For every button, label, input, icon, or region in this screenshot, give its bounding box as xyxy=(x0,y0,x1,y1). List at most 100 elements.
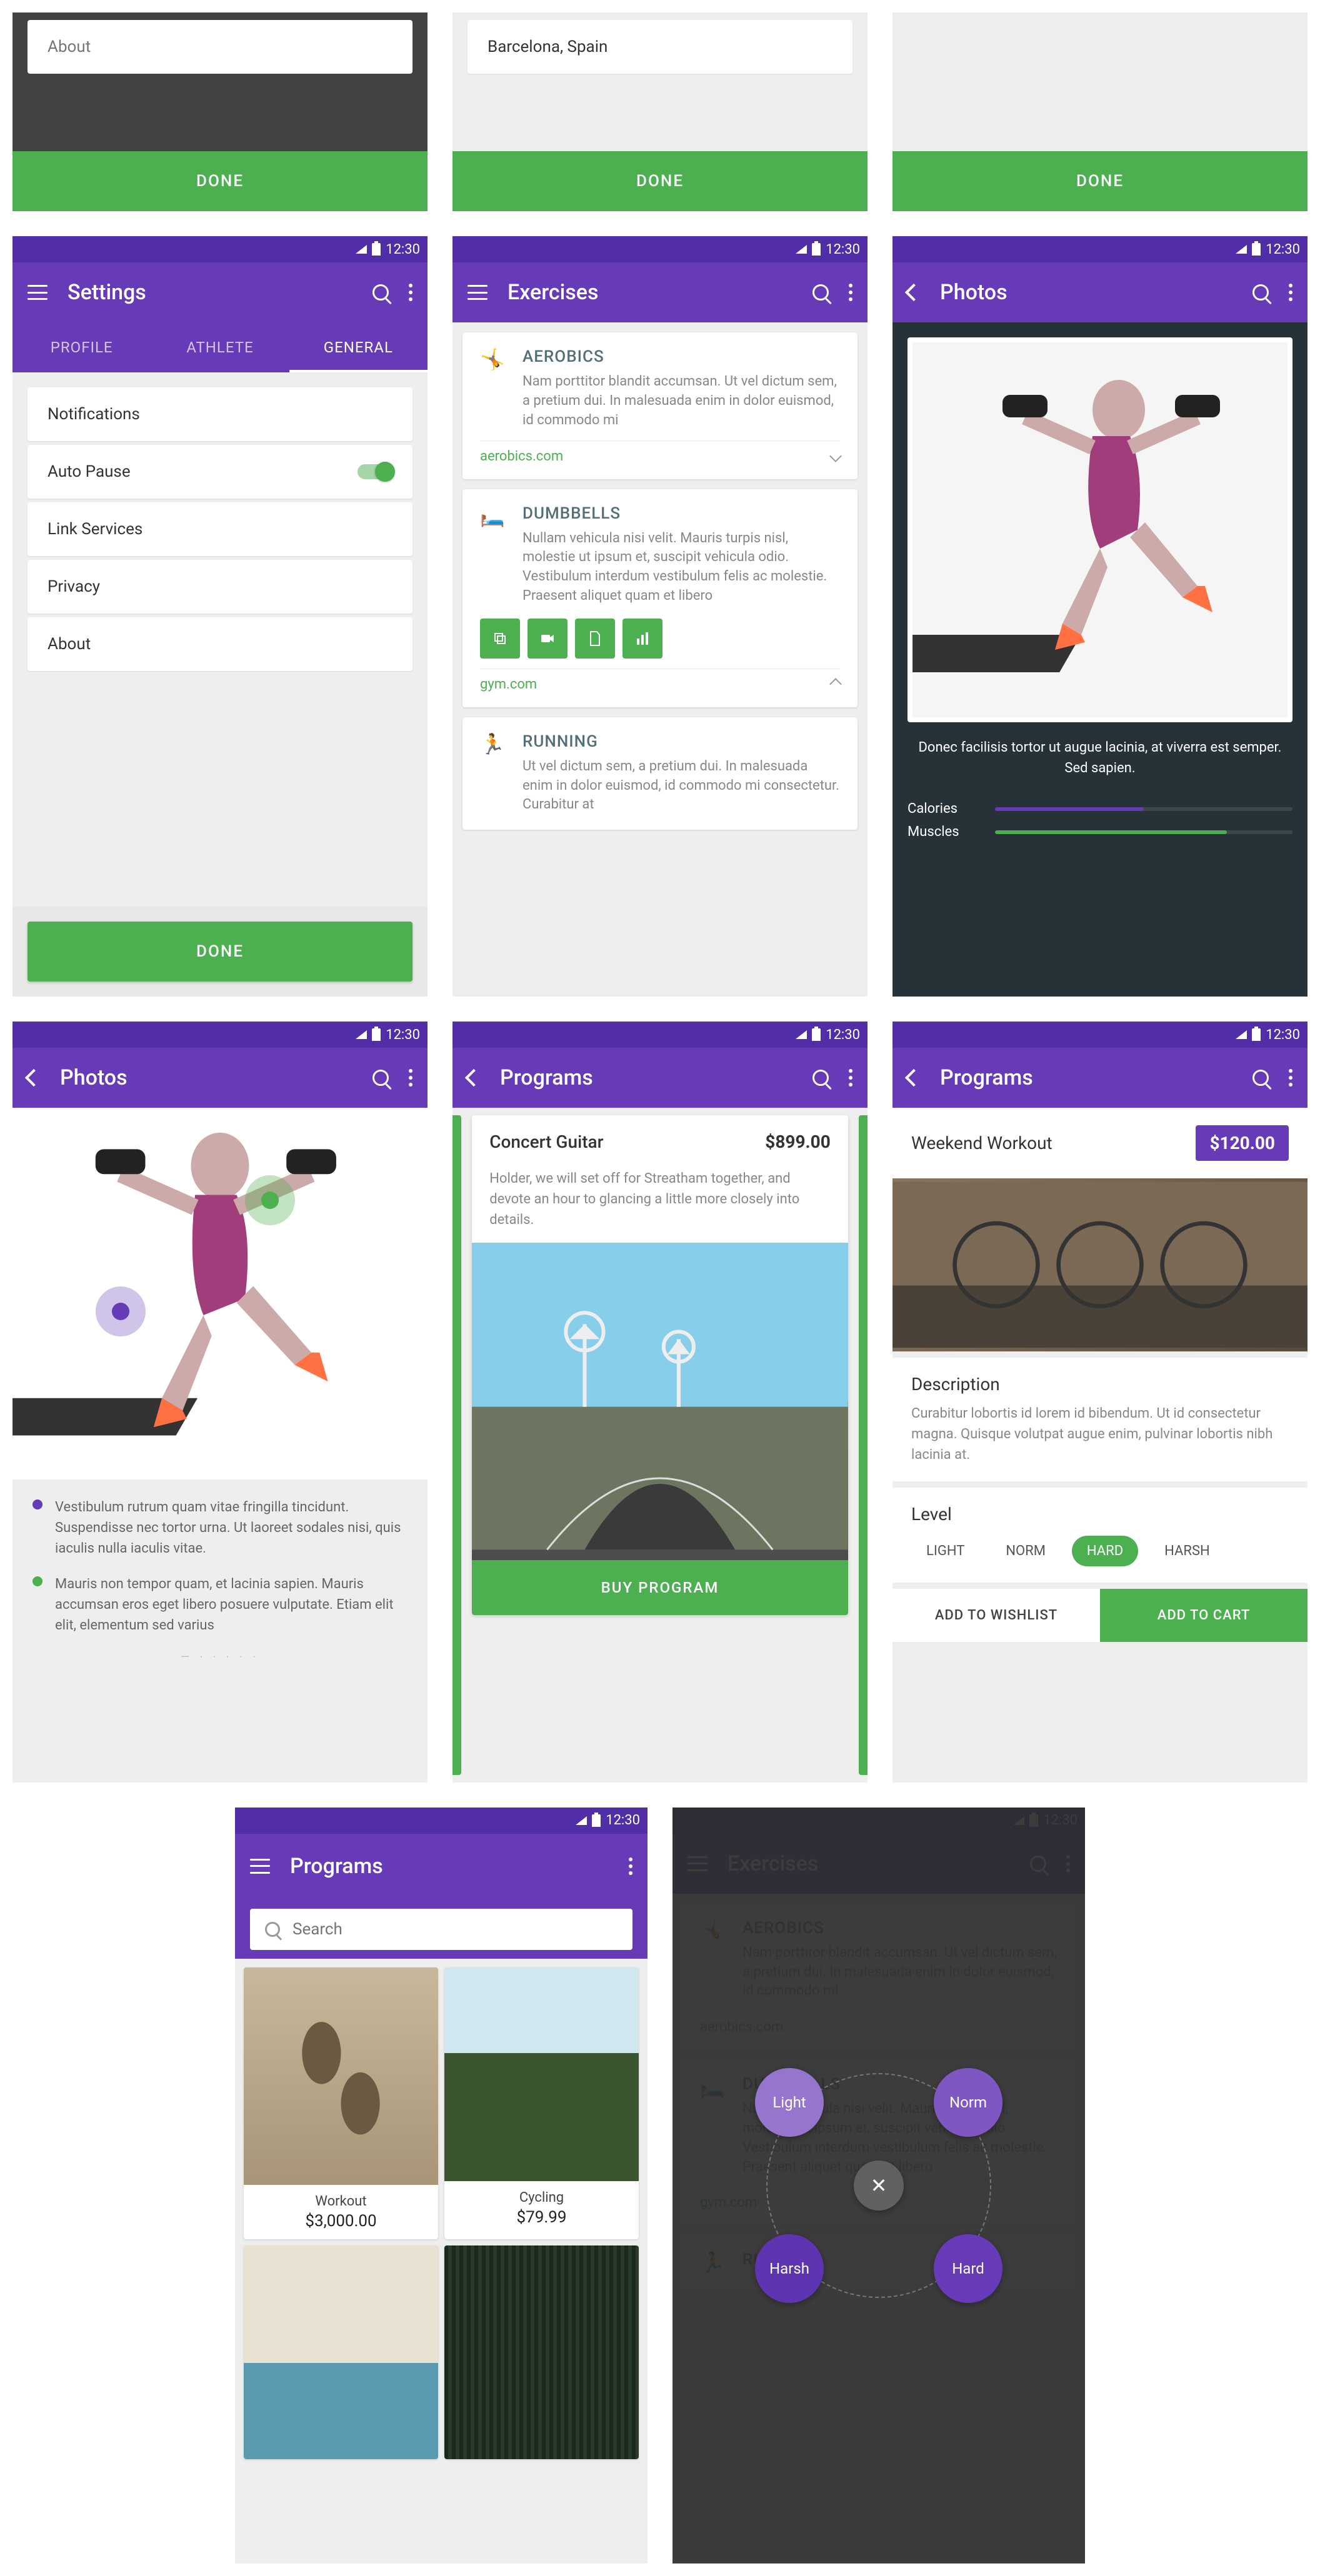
filter-harsh[interactable]: Harsh xyxy=(755,2234,824,2303)
program-grid-item[interactable] xyxy=(244,2245,438,2459)
prev-card-peek[interactable] xyxy=(452,1115,461,1774)
signal-icon xyxy=(796,1030,807,1039)
copy-button[interactable] xyxy=(480,619,520,659)
exercise-running[interactable]: 🏃RUNNINGUt vel dictum sem, a pretium dui… xyxy=(462,717,858,830)
more-icon[interactable] xyxy=(409,284,412,301)
file-button[interactable] xyxy=(575,619,615,659)
menu-icon[interactable] xyxy=(250,1859,270,1874)
page-title: Programs xyxy=(500,1065,792,1090)
more-icon[interactable] xyxy=(629,1857,632,1875)
buy-program-button[interactable]: BUY PROGRAM xyxy=(472,1560,848,1615)
settings-about[interactable]: About xyxy=(28,617,412,671)
back-icon[interactable] xyxy=(25,1069,42,1087)
stats-button[interactable] xyxy=(622,619,662,659)
app-bar: Photos xyxy=(12,1048,428,1108)
exerciser-illustration xyxy=(12,1108,428,1481)
menu-icon[interactable] xyxy=(28,285,48,300)
settings-link-services[interactable]: Link Services xyxy=(28,502,412,556)
photo-with-markers xyxy=(12,1108,428,1479)
search-icon[interactable] xyxy=(372,284,389,301)
status-time: 12:30 xyxy=(1266,1027,1300,1043)
next-card-peek[interactable] xyxy=(859,1115,868,1774)
filter-close[interactable]: ✕ xyxy=(854,2161,904,2210)
chevron-down-icon[interactable] xyxy=(829,450,842,462)
done-button[interactable]: DONE xyxy=(892,151,1308,211)
search-input[interactable] xyxy=(292,1920,618,1939)
back-icon[interactable] xyxy=(905,284,922,301)
more-icon[interactable] xyxy=(849,1069,852,1087)
marker-green[interactable] xyxy=(245,1175,295,1225)
search-icon[interactable] xyxy=(1252,1070,1269,1086)
photos-dark-screen: 12:30 Photos Donec facilisis tortor ut a… xyxy=(892,236,1308,997)
signal-icon xyxy=(356,1030,367,1039)
battery-icon xyxy=(592,1814,601,1827)
more-icon[interactable] xyxy=(849,284,852,301)
level-harsh[interactable]: HARSH xyxy=(1149,1536,1225,1566)
exercise-link[interactable]: gym.com xyxy=(480,677,537,692)
tab-athlete[interactable]: ATHLETE xyxy=(151,322,289,372)
search-icon[interactable] xyxy=(812,284,829,301)
level-norm[interactable]: NORM xyxy=(991,1536,1061,1566)
partial-location: Barcelona, Spain DONE xyxy=(452,12,868,211)
search-icon[interactable] xyxy=(372,1070,389,1086)
battery-icon xyxy=(812,243,821,256)
chevron-up-icon[interactable] xyxy=(829,678,842,690)
done-button[interactable]: DONE xyxy=(28,922,412,982)
tab-general[interactable]: GENERAL xyxy=(289,322,428,372)
level-hard[interactable]: HARD xyxy=(1072,1536,1138,1566)
program-grid-item[interactable] xyxy=(444,2245,639,2459)
back-icon[interactable] xyxy=(905,1069,922,1087)
search-icon[interactable] xyxy=(812,1070,829,1086)
page-indicator[interactable]: — · · · · · xyxy=(32,1651,408,1664)
location-row[interactable]: Barcelona, Spain xyxy=(468,20,852,74)
battery-icon xyxy=(1252,1028,1261,1041)
about-field[interactable] xyxy=(28,20,412,74)
program-grid-workout[interactable]: Workout$3,000.00 xyxy=(244,1967,438,2239)
add-wishlist-button[interactable]: ADD TO WISHLIST xyxy=(892,1589,1100,1642)
page-title: Exercises xyxy=(508,280,792,305)
filter-norm[interactable]: Norm xyxy=(934,2068,1002,2137)
level-card: Level LIGHT NORM HARD HARSH xyxy=(892,1488,1308,1583)
program-grid-cycling[interactable]: Cycling$79.99 xyxy=(444,1967,639,2239)
tab-profile[interactable]: PROFILE xyxy=(12,322,151,372)
aerobics-icon: 🤸 xyxy=(480,347,505,430)
done-button[interactable]: DONE xyxy=(12,151,428,211)
status-time: 12:30 xyxy=(386,1027,420,1043)
settings-auto-pause[interactable]: Auto Pause xyxy=(28,445,412,499)
search-bar[interactable] xyxy=(250,1909,632,1950)
battery-icon xyxy=(1252,243,1261,256)
exercise-link[interactable]: aerobics.com xyxy=(480,449,563,464)
level-light[interactable]: LIGHT xyxy=(911,1536,979,1566)
back-icon[interactable] xyxy=(465,1069,482,1087)
search-icon[interactable] xyxy=(1252,284,1269,301)
photo-caption: Donec facilisis tortor ut augue lacinia,… xyxy=(908,737,1292,778)
meter-muscles: Muscles xyxy=(908,824,1292,840)
signal-icon xyxy=(1236,1030,1247,1039)
filter-overlay[interactable]: Light Norm Harsh Hard ✕ xyxy=(672,1808,1085,2564)
program-card[interactable]: Concert Guitar$899.00 Holder, we will se… xyxy=(472,1115,848,1614)
more-icon[interactable] xyxy=(1289,1069,1292,1087)
status-bar: 12:30 xyxy=(12,1022,428,1048)
settings-notifications[interactable]: Notifications xyxy=(28,387,412,441)
video-button[interactable] xyxy=(528,619,568,659)
exercise-aerobics[interactable]: 🤸AEROBICSNam porttitor blandit accumsan.… xyxy=(462,332,858,479)
exercise-dumbbells[interactable]: 🛏️DUMBBELLSNullam vehicula nisi velit. M… xyxy=(462,489,858,707)
status-time: 12:30 xyxy=(826,1027,860,1043)
program-desc: Holder, we will set off for Streatham to… xyxy=(472,1168,848,1243)
more-icon[interactable] xyxy=(409,1069,412,1087)
more-icon[interactable] xyxy=(1289,284,1292,301)
settings-privacy[interactable]: Privacy xyxy=(28,560,412,614)
menu-icon[interactable] xyxy=(468,285,488,300)
program-name: Weekend Workout xyxy=(911,1133,1052,1153)
filter-hard[interactable]: Hard xyxy=(934,2234,1002,2303)
filter-light[interactable]: Light xyxy=(755,2068,824,2137)
description-card: DescriptionCurabitur lobortis id lorem i… xyxy=(892,1358,1308,1481)
programs-grid-screen: 12:30 Programs Workout$3,000.00 Cycling$… xyxy=(235,1808,648,2564)
page-title: Photos xyxy=(60,1065,352,1090)
tabs: PROFILE ATHLETE GENERAL xyxy=(12,322,428,372)
auto-pause-switch[interactable] xyxy=(358,464,392,479)
add-cart-button[interactable]: ADD TO CART xyxy=(1100,1589,1308,1642)
done-button[interactable]: DONE xyxy=(452,151,868,211)
about-input[interactable] xyxy=(48,37,392,56)
marker-purple[interactable] xyxy=(96,1286,146,1336)
